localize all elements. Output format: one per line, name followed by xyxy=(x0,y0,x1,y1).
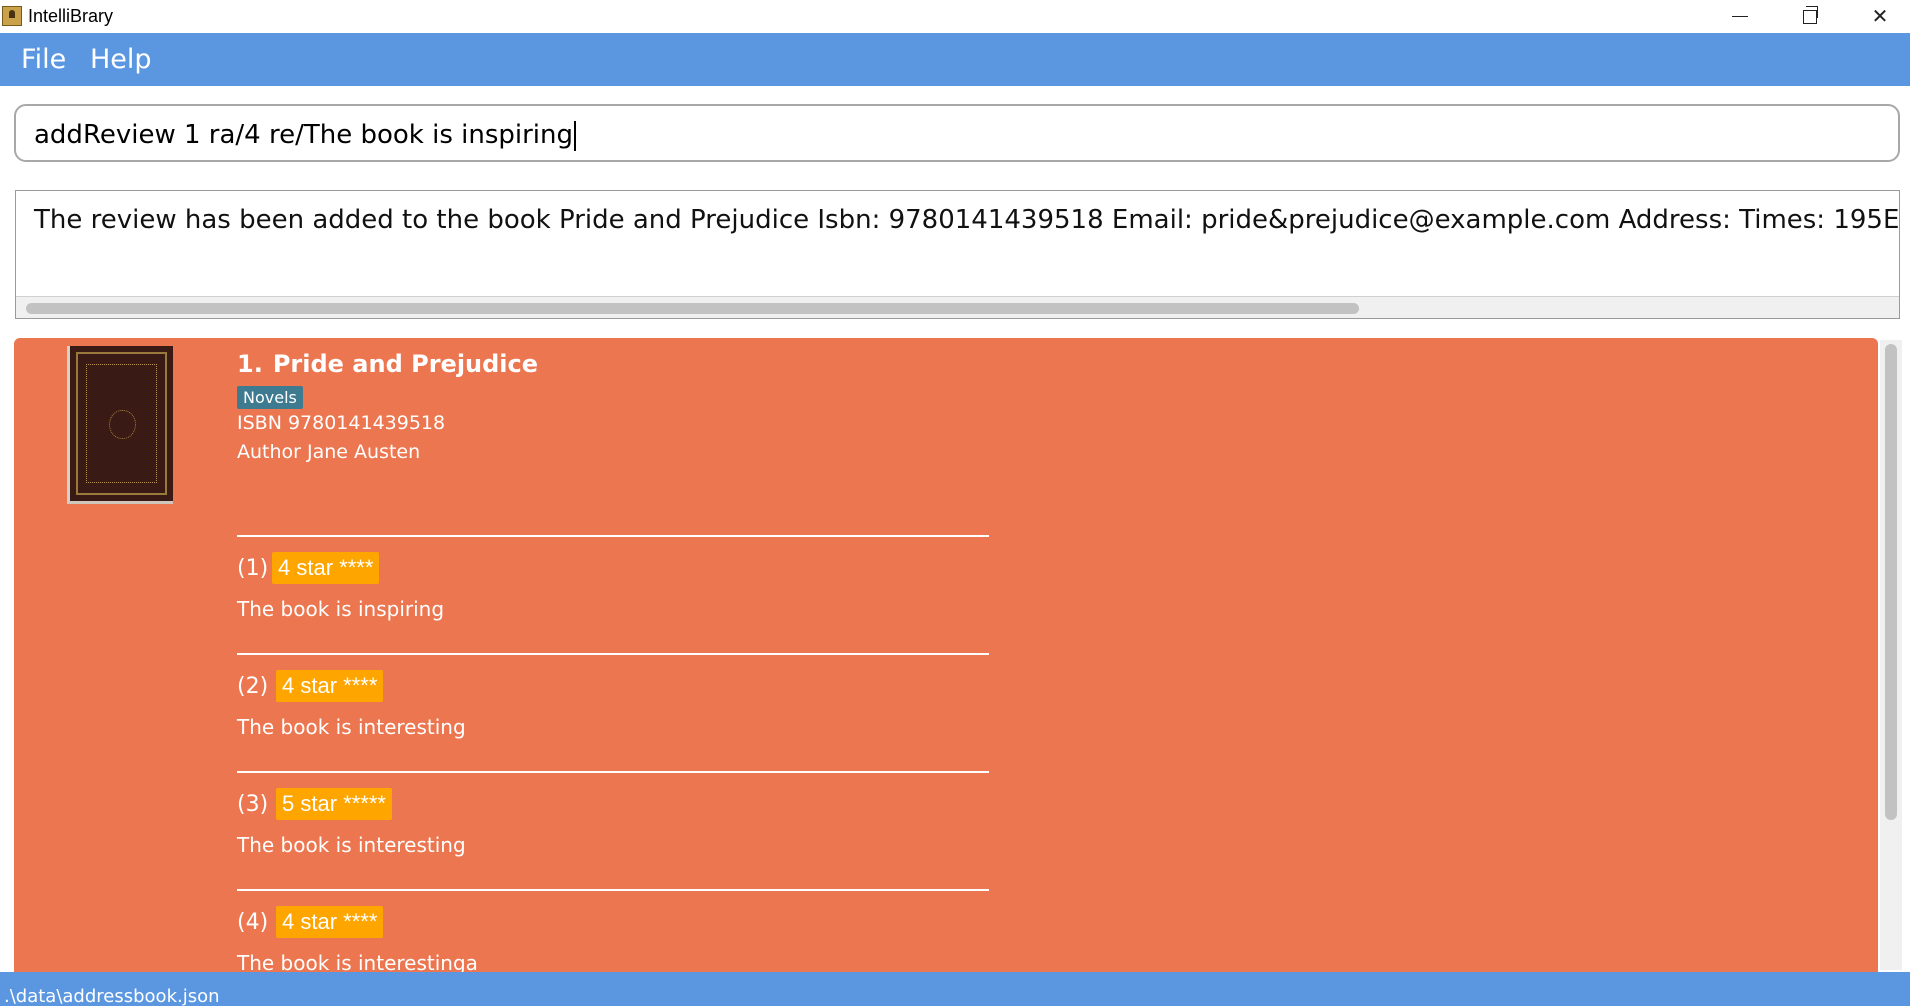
menu-file[interactable]: File xyxy=(21,44,66,75)
result-scroll-thumb[interactable] xyxy=(26,303,1359,314)
data-file-path: .\data\addressbook.json xyxy=(4,986,220,1006)
review-number: (3) xyxy=(237,792,269,817)
review-number: (4) xyxy=(237,910,269,935)
review-text: The book is interestinga xyxy=(237,951,478,972)
result-horizontal-scrollbar[interactable] xyxy=(16,296,1899,318)
app-logo-icon xyxy=(2,6,22,26)
menu-help[interactable]: Help xyxy=(90,44,152,75)
menu-bar: File Help xyxy=(0,33,1910,86)
command-input[interactable]: addReview 1 ra/4 re/The book is inspirin… xyxy=(14,104,1900,162)
review-rating-badge: 4 star **** xyxy=(276,670,384,702)
review-text: The book is interesting xyxy=(237,715,466,739)
review-divider xyxy=(237,535,989,537)
status-bar: .\data\addressbook.json xyxy=(0,972,1910,1006)
book-author: Author Jane Austen xyxy=(237,441,421,463)
review-number: (2) xyxy=(237,674,269,699)
restore-icon xyxy=(1803,5,1818,24)
review-divider xyxy=(237,653,989,655)
book-title: 1. Pride and Prejudice xyxy=(237,350,538,378)
review-divider xyxy=(237,771,989,773)
minimize-icon xyxy=(1732,15,1748,18)
book-list-panel: 1. Pride and Prejudice Novels ISBN 978014… xyxy=(0,336,1910,972)
restore-button[interactable] xyxy=(1775,0,1845,33)
review-text: The book is interesting xyxy=(237,833,466,857)
window-title: IntelliBrary xyxy=(28,6,114,26)
book-list-vertical-scrollbar[interactable] xyxy=(1880,340,1902,970)
review-rating-badge: 4 star **** xyxy=(276,906,384,938)
review-number: (1) xyxy=(237,556,269,581)
book-list-scroll-thumb[interactable] xyxy=(1885,344,1897,820)
book-isbn: ISBN 9780141439518 xyxy=(237,412,446,434)
window-titlebar: IntelliBrary ✕ xyxy=(0,0,1910,33)
result-text: The review has been added to the book Pr… xyxy=(34,205,1900,235)
minimize-button[interactable] xyxy=(1705,0,1775,33)
category-tag: Novels xyxy=(237,386,303,409)
review-rating-badge: 5 star ***** xyxy=(276,788,392,820)
close-icon: ✕ xyxy=(1871,6,1889,28)
book-index: 1. xyxy=(237,350,263,378)
book-cover-image xyxy=(67,346,173,504)
review-divider xyxy=(237,889,989,891)
book-card[interactable]: 1. Pride and Prejudice Novels ISBN 978014… xyxy=(14,338,1878,972)
close-button[interactable]: ✕ xyxy=(1845,0,1910,33)
text-caret xyxy=(574,120,577,151)
review-text: The book is inspiring xyxy=(237,597,445,621)
command-value: addReview 1 ra/4 re/The book is inspirin… xyxy=(34,120,574,150)
book-title-text: Pride and Prejudice xyxy=(272,350,539,378)
command-text: addReview 1 ra/4 re/The book is inspirin… xyxy=(34,120,577,151)
result-display: The review has been added to the book Pr… xyxy=(15,190,1900,319)
review-rating-badge: 4 star **** xyxy=(272,552,380,584)
